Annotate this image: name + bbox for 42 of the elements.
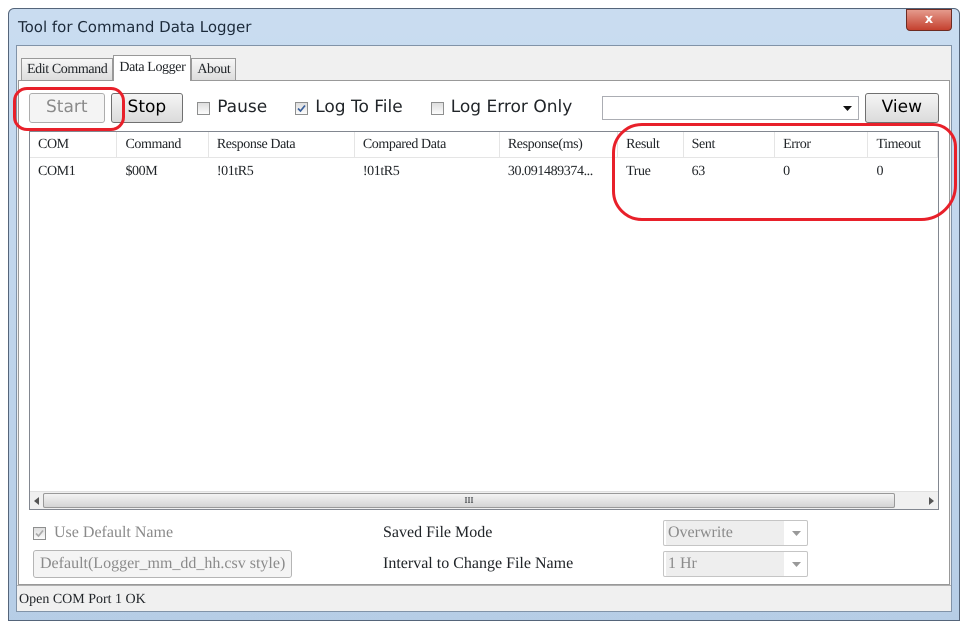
checkbox-label: Use Default Name xyxy=(54,523,174,543)
status-text: Open COM Port 1 OK xyxy=(19,592,146,607)
table-cell-text: !01tR5 xyxy=(216,162,254,180)
scroll-right-icon[interactable] xyxy=(929,496,934,504)
table-cell-text: $00M xyxy=(124,162,158,180)
toolbar-button[interactable]: Stop xyxy=(110,93,184,123)
column-header[interactable]: Error xyxy=(775,132,868,158)
column-header[interactable]: Response(ms) xyxy=(500,132,618,158)
table-cell-text: !01tR5 xyxy=(362,162,400,180)
column-header[interactable]: Result xyxy=(618,132,684,158)
checkbox[interactable] xyxy=(295,102,308,114)
scroll-left-icon[interactable] xyxy=(34,496,39,504)
tab[interactable]: Data Logger xyxy=(113,55,192,81)
checkbox-label: Pause xyxy=(217,96,268,120)
dropdown-field[interactable] xyxy=(602,96,859,120)
field-label: Interval to Change File Name xyxy=(383,554,574,574)
column-header[interactable]: Compared Data xyxy=(354,132,500,158)
column-header[interactable]: Command xyxy=(117,132,209,158)
checkbox-label: Log To File xyxy=(315,96,403,120)
window-title: Tool for Command Data Logger xyxy=(17,16,252,38)
table-cell-text: 0 xyxy=(782,162,791,180)
checkbox-label: Log Error Only xyxy=(450,96,572,120)
column-header[interactable]: Response Data xyxy=(208,132,355,158)
table-cell-text: 30.091489374... xyxy=(506,162,594,180)
dropdown-caret-icon xyxy=(842,106,852,110)
field-label: Saved File Mode xyxy=(383,523,494,543)
table-cell-text: COM1 xyxy=(37,162,76,180)
view-button[interactable]: View xyxy=(864,93,939,123)
table-cell-text: 0 xyxy=(875,162,884,180)
checkbox[interactable] xyxy=(430,102,444,114)
table-cell-text: 63 xyxy=(690,162,706,180)
column-header[interactable]: Timeout xyxy=(868,132,938,158)
table-cell-text: True xyxy=(625,162,652,180)
column-header[interactable]: COM xyxy=(30,132,118,158)
horizontal-scrollbar[interactable]: III xyxy=(30,491,938,509)
dropdown-caret-icon xyxy=(792,530,801,536)
scrollbar-thumb[interactable]: III xyxy=(43,493,895,508)
checkbox[interactable] xyxy=(197,102,210,114)
tab[interactable]: Edit Command xyxy=(21,58,114,80)
tab[interactable]: About xyxy=(191,58,236,80)
column-header[interactable]: Sent xyxy=(684,132,776,158)
dropdown-caret-icon xyxy=(792,562,801,566)
